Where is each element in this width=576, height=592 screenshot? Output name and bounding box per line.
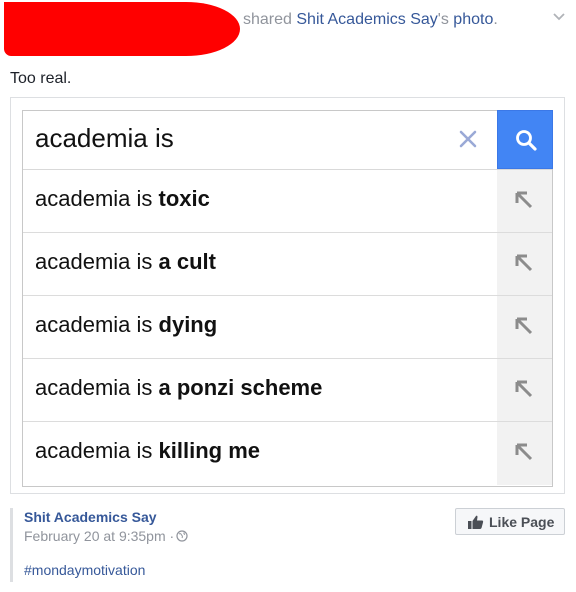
card-divider-bar [10,508,13,582]
shared-photo-link[interactable]: photo [453,11,493,28]
redacted-name [4,2,240,56]
suggestion-arrow-cell [497,422,552,485]
like-page-button[interactable]: Like Page [455,508,565,535]
suggestion-arrow-cell [497,233,552,295]
suggestion-text: academia is a ponzi scheme [35,375,323,400]
possessive: 's [437,11,449,28]
page-name-link[interactable]: Shit Academics Say [24,509,157,525]
clear-x-icon [459,130,477,148]
post-header: shared Shit Academics Say's photo. [243,11,498,29]
suggestion-text: academia is killing me [35,438,260,463]
search-icon [516,130,537,151]
suggestion-row: academia is killing me [23,422,552,485]
suggestion-row: academia is a cult [23,233,552,296]
suggestion-text: academia is toxic [35,186,210,211]
suggestion-arrow-cell [497,359,552,421]
post-caption: Too real. [10,70,72,87]
suggestion-arrow-cell [497,296,552,358]
search-button [497,110,553,169]
thumbs-up-icon [468,515,484,529]
chevron-down-icon[interactable] [552,10,566,24]
arrow-up-left-icon [515,317,533,335]
suggestion-text: academia is a cult [35,249,216,274]
suggestion-row: academia is a ponzi scheme [23,359,552,422]
arrow-up-left-icon [515,380,533,398]
search-query: academia is [35,123,174,153]
like-page-label: Like Page [489,514,555,530]
shared-page-link[interactable]: Shit Academics Say [296,11,437,28]
suggestion-row: academia is dying [23,296,552,359]
hashtag-link[interactable]: #mondaymotivation [24,562,145,578]
arrow-up-left-icon [515,191,533,209]
arrow-up-left-icon [515,443,533,461]
search-autocomplete-image: academia is academia is toxic academia i… [22,110,553,487]
globe-icon [176,530,188,542]
arrow-up-left-icon [515,254,533,272]
post-timestamp[interactable]: February 20 at 9:35pm · [24,528,174,544]
header-period: . [493,11,498,28]
header-action: shared [243,11,292,28]
suggestion-text: academia is dying [35,312,218,337]
suggestion-row: academia is toxic [23,170,552,233]
search-bar: academia is [23,110,553,170]
suggestion-arrow-cell [497,170,552,232]
